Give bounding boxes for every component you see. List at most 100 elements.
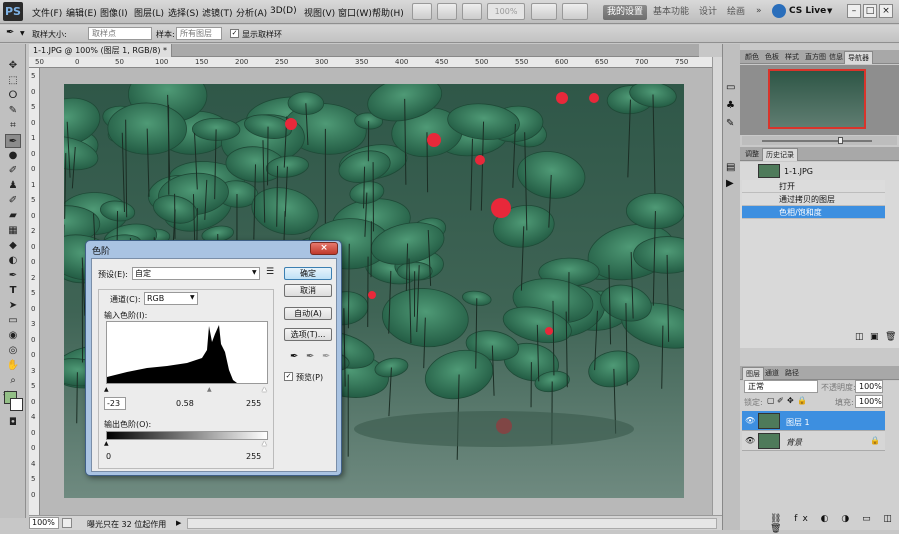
zoom-tool-icon[interactable]: ⌕	[5, 374, 21, 388]
history-item[interactable]: 通过拷贝的图层	[742, 193, 885, 206]
preset-dropdown-icon[interactable]: ▼	[252, 269, 257, 276]
history-item[interactable]: 色相/饱和度	[742, 206, 885, 219]
history-snapshot-label[interactable]: 1-1.JPG	[784, 167, 813, 176]
close-button[interactable]: ×	[879, 4, 893, 18]
layer-name[interactable]: 图层 1	[786, 417, 810, 428]
output-white-field[interactable]: 255	[246, 452, 261, 461]
layer-actions-icons[interactable]: ⛓ fx ◐ ◑ ▭ ◫ 🗑	[770, 514, 899, 534]
cs-live-dropdown-icon[interactable]: ▼	[827, 7, 832, 15]
path-selection-tool-icon[interactable]: ➤	[5, 299, 21, 313]
auto-button[interactable]: 自动(A)	[284, 307, 332, 320]
new-document-icon[interactable]: ▣	[870, 332, 879, 342]
menu-item[interactable]: 选择(S)	[168, 6, 199, 19]
input-white-field[interactable]: 255	[246, 399, 261, 408]
channel-dropdown-icon[interactable]: ▼	[190, 294, 195, 301]
spot-healing-tool-icon[interactable]: ●	[5, 149, 21, 163]
tab-swatches[interactable]: 色板	[762, 51, 782, 64]
menu-item[interactable]: 文件(F)	[32, 6, 62, 19]
marquee-tool-icon[interactable]: ⬚	[5, 74, 21, 88]
bridge-icon[interactable]	[412, 3, 432, 20]
menu-item[interactable]: 分析(A)	[236, 6, 267, 19]
shape-tool-icon[interactable]: ▭	[5, 314, 21, 328]
sample-select[interactable]: 所有图层	[176, 27, 222, 40]
history-item[interactable]: 打开	[742, 180, 885, 193]
mini-bridge-icon[interactable]	[437, 3, 457, 20]
fill-input[interactable]: 100%	[855, 395, 883, 408]
history-panel-icon[interactable]: ▤	[726, 162, 735, 173]
blur-tool-icon[interactable]: ◆	[5, 239, 21, 253]
lock-image-icon[interactable]: ✐	[777, 396, 784, 405]
workspace-design[interactable]: 设计	[696, 5, 720, 20]
quick-selection-tool-icon[interactable]: ✎	[5, 104, 21, 118]
delete-state-icon[interactable]: 🗑	[885, 332, 896, 342]
tab-navigator[interactable]: 导航器	[844, 51, 873, 64]
menu-item[interactable]: 视图(V)	[304, 6, 335, 19]
tab-adjustments[interactable]: 调整	[742, 148, 762, 161]
menu-item[interactable]: 滤镜(T)	[202, 6, 233, 19]
menu-item[interactable]: 窗口(W)	[338, 6, 372, 19]
minimize-button[interactable]: –	[847, 4, 861, 18]
actions-panel-icon[interactable]: ▶	[726, 178, 734, 189]
tab-styles[interactable]: 样式	[782, 51, 802, 64]
preview-checkbox[interactable]: ✓	[284, 372, 293, 381]
input-gamma-field[interactable]: 0.58	[176, 399, 194, 408]
visibility-eye-icon[interactable]: 👁	[745, 416, 755, 425]
workspace-essentials[interactable]: 基本功能	[650, 5, 692, 20]
input-black-slider[interactable]: ▲	[104, 386, 109, 393]
arrange-documents-icon[interactable]	[531, 3, 557, 20]
black-point-eyedropper-icon[interactable]: ✒	[290, 351, 298, 362]
navigator-preview[interactable]	[768, 69, 866, 129]
cs-live-label[interactable]: CS Live	[789, 6, 826, 16]
brush-panel-icon[interactable]: ▭	[726, 82, 735, 93]
type-tool-icon[interactable]: T	[5, 284, 21, 298]
screen-mode-icon[interactable]	[562, 3, 588, 20]
lock-transparent-icon[interactable]: ▢	[767, 396, 775, 405]
tab-color[interactable]: 颜色	[742, 51, 762, 64]
tab-layers[interactable]: 图层	[742, 367, 764, 380]
lock-position-icon[interactable]: ✥	[787, 396, 794, 405]
hand-tool-icon[interactable]: ✋	[5, 359, 21, 373]
3d-rotate-tool-icon[interactable]: ◉	[5, 329, 21, 343]
tab-history[interactable]: 历史记录	[762, 148, 798, 161]
clone-stamp-tool-icon[interactable]: ♟	[5, 179, 21, 193]
output-black-field[interactable]: 0	[106, 452, 111, 461]
show-ring-checkbox[interactable]: ✓	[230, 29, 239, 38]
dialog-close-button[interactable]: ×	[310, 242, 338, 255]
workspace-my-settings[interactable]: 我的设置	[603, 5, 647, 20]
sample-size-select[interactable]: 取样点	[88, 27, 152, 40]
workspace-painting[interactable]: 绘画	[724, 5, 748, 20]
history-snapshot-thumb[interactable]	[758, 164, 780, 178]
tab-paths[interactable]: 路径	[782, 367, 802, 380]
pen-tool-icon[interactable]: ✒	[5, 269, 21, 283]
layer-row[interactable]: 👁 背景 🔒	[742, 431, 885, 451]
workspace-more-icon[interactable]: »	[756, 6, 762, 16]
menu-item[interactable]: 编辑(E)	[66, 6, 97, 19]
brush-tool-icon[interactable]: ✐	[5, 164, 21, 178]
navigator-zoom-slider[interactable]	[742, 136, 897, 145]
white-point-eyedropper-icon[interactable]: ✒	[322, 351, 330, 362]
background-color-swatch[interactable]	[10, 398, 23, 411]
lock-all-icon[interactable]: 🔒	[797, 396, 807, 405]
move-tool-icon[interactable]: ✥	[5, 59, 21, 73]
menu-item[interactable]: 3D(D)	[270, 6, 297, 16]
ok-button[interactable]: 确定	[284, 267, 332, 280]
output-white-slider[interactable]: ▲	[262, 440, 267, 447]
horizontal-scrollbar[interactable]	[187, 518, 717, 529]
layer-row[interactable]: 👁 图层 1	[742, 411, 885, 431]
vertical-scrollbar[interactable]	[712, 57, 722, 515]
blend-mode-select[interactable]: 正常	[744, 380, 818, 393]
status-icon[interactable]	[62, 518, 72, 528]
options-button[interactable]: 选项(T)...	[284, 328, 332, 341]
document-tab[interactable]: 1-1.JPG @ 100% (图层 1, RGB/8) *	[29, 44, 172, 57]
cancel-button[interactable]: 取消	[284, 284, 332, 297]
gradient-tool-icon[interactable]: ▦	[5, 224, 21, 238]
eraser-tool-icon[interactable]: ▰	[5, 209, 21, 223]
gray-point-eyedropper-icon[interactable]: ✒	[306, 351, 314, 362]
hand-tool-icon[interactable]	[462, 3, 482, 20]
tool-preset-dropdown-icon[interactable]: ▼	[20, 30, 25, 37]
zoom-level-select[interactable]: 100%	[487, 3, 525, 20]
lasso-tool-icon[interactable]: ⵔ	[5, 89, 21, 103]
input-black-field[interactable]: -23	[104, 397, 126, 410]
eyedropper-tool-icon[interactable]: ✒	[5, 134, 21, 148]
layer-name[interactable]: 背景	[786, 437, 802, 448]
